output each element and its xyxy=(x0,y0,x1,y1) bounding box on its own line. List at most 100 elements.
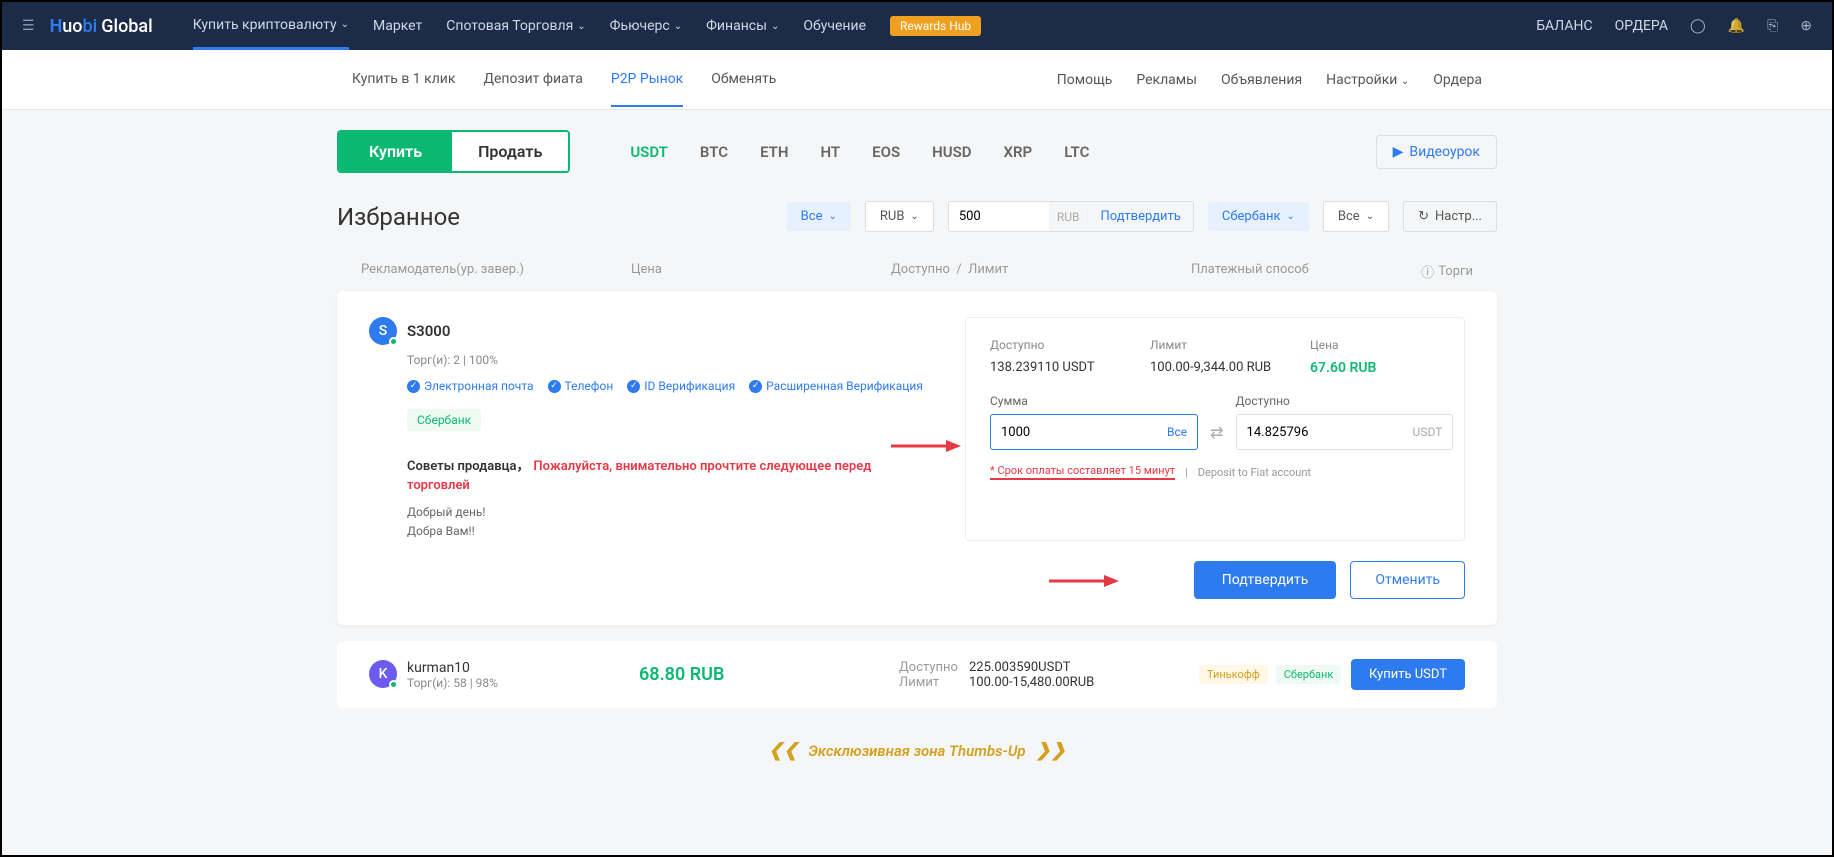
subnav-exchange[interactable]: Обменять xyxy=(711,53,776,107)
filter-currency[interactable]: RUB⌄ xyxy=(865,201,934,232)
nav-finance[interactable]: Финансы⌄ xyxy=(706,4,779,48)
check-icon: ✓ xyxy=(749,380,762,393)
cancel-button[interactable]: Отменить xyxy=(1350,561,1465,599)
avail2-input[interactable] xyxy=(1247,425,1413,440)
check-icon: ✓ xyxy=(548,380,561,393)
panel-available-value: 138.239110 USDT xyxy=(990,360,1120,375)
subnav-ads[interactable]: Рекламы xyxy=(1136,54,1197,106)
badge-id: ✓ID Верификация xyxy=(627,379,735,393)
subnav-settings[interactable]: Настройки ⌄ xyxy=(1326,54,1409,106)
filter-row: Избранное Все⌄ RUB⌄ RUB Подтвердить Сбер… xyxy=(337,201,1497,232)
globe-icon[interactable]: ⊕ xyxy=(1800,18,1812,34)
nav-learn[interactable]: Обучение xyxy=(803,4,866,48)
sum-all-button[interactable]: Все xyxy=(1167,425,1187,439)
sum-input-box: Все xyxy=(990,414,1198,450)
seller-stats: Торг(и): 58 | 98% xyxy=(407,676,498,690)
laurel-left-icon: ❮❮ xyxy=(768,740,798,761)
sell-button[interactable]: Продать xyxy=(452,132,568,171)
badge-advanced: ✓Расширенная Верификация xyxy=(749,379,923,393)
filter-amount-unit: RUB xyxy=(1049,210,1088,224)
chevron-down-icon: ⌄ xyxy=(771,21,779,32)
sum-input[interactable] xyxy=(1001,425,1167,440)
subnav-fiat-deposit[interactable]: Депозит фиата xyxy=(483,53,582,107)
coin-btc[interactable]: BTC xyxy=(700,143,728,161)
deposit-note[interactable]: Deposit to Fiat account xyxy=(1198,466,1311,479)
panel-limit-value: 100.00-9,344.00 RUB xyxy=(1150,360,1280,375)
seller-name[interactable]: S3000 xyxy=(407,322,450,340)
subnav-help[interactable]: Помощь xyxy=(1057,54,1113,106)
nav-futures[interactable]: Фьючерс⌄ xyxy=(610,4,682,48)
filter-bank[interactable]: Сбербанк⌄ xyxy=(1208,202,1309,231)
seller-tips: Советы продавца， Пожалуйста, внимательно… xyxy=(407,455,925,541)
badge-email: ✓Электронная почта xyxy=(407,379,534,393)
buy-button[interactable]: Купить xyxy=(339,132,452,171)
payment-sberbank: Сбербанк xyxy=(1276,665,1342,684)
payment-time-note: * Срок оплаты составляет 15 минут xyxy=(990,464,1175,480)
avail2-label: Доступно xyxy=(1236,394,1454,408)
refresh-icon: ↻ xyxy=(1418,209,1429,224)
chevron-down-icon: ⌄ xyxy=(577,21,585,32)
coin-eos[interactable]: EOS xyxy=(872,143,900,161)
subnav-p2p[interactable]: P2P Рынок xyxy=(611,53,683,107)
row-seller: K kurman10 Торг(и): 58 | 98% xyxy=(369,660,639,690)
nav-spot[interactable]: Спотовая Торговля⌄ xyxy=(446,4,585,48)
sub-navigation: Купить в 1 клик Депозит фиата P2P Рынок … xyxy=(2,50,1832,110)
seller-stats: Торг(и): 2 | 100% xyxy=(407,353,925,367)
filter-all2[interactable]: Все⌄ xyxy=(1323,201,1389,232)
top-navigation: ☰ HuobiGlobal Купить криптовалюту⌄ Марке… xyxy=(2,2,1832,50)
download-icon[interactable]: ⎘ xyxy=(1767,18,1778,34)
user-icon[interactable]: ◯ xyxy=(1690,18,1706,34)
coin-eth[interactable]: ETH xyxy=(760,143,788,161)
nav-orders[interactable]: ОРДЕРА xyxy=(1615,18,1668,34)
chevron-down-icon: ⌄ xyxy=(674,21,682,32)
panel-price-value: 67.60 RUB xyxy=(1310,360,1440,376)
filter-settings[interactable]: ↻Настр... xyxy=(1403,201,1497,232)
badge-phone: ✓Телефон xyxy=(548,379,614,393)
hamburger-icon[interactable]: ☰ xyxy=(22,18,35,34)
info-icon: ⓘ xyxy=(1421,262,1434,281)
subnav-one-click[interactable]: Купить в 1 клик xyxy=(352,53,455,107)
nav-right: БАЛАНС ОРДЕРА ◯ 🔔 ⎘ ⊕ xyxy=(1536,18,1812,34)
rewards-hub-badge[interactable]: Rewards Hub xyxy=(890,16,981,36)
subnav-listings[interactable]: Объявления xyxy=(1221,54,1302,106)
seller-avatar: S xyxy=(369,317,397,345)
confirm-button[interactable]: Подтвердить xyxy=(1194,561,1337,599)
online-dot-icon xyxy=(389,337,398,346)
coin-usdt[interactable]: USDT xyxy=(630,143,668,161)
online-dot-icon xyxy=(389,680,398,689)
video-tutorial-link[interactable]: ▶Видеоурок xyxy=(1376,135,1497,169)
coin-list: USDT BTC ETH HT EOS HUSD XRP LTC xyxy=(630,143,1089,161)
col-available: Доступно / Лимит xyxy=(891,262,1191,281)
nav-market[interactable]: Маркет xyxy=(373,4,422,48)
check-icon: ✓ xyxy=(407,380,420,393)
bell-icon[interactable]: 🔔 xyxy=(1728,18,1745,34)
subnav-orders[interactable]: Ордера xyxy=(1433,54,1482,106)
trade-row: Купить Продать USDT BTC ETH HT EOS HUSD … xyxy=(337,130,1497,173)
coin-xrp[interactable]: XRP xyxy=(1004,143,1033,161)
col-trades: ⓘТорги xyxy=(1393,262,1473,281)
filter-amount-group: RUB Подтвердить xyxy=(948,201,1194,232)
nav-balance[interactable]: БАЛАНС xyxy=(1536,18,1592,34)
row-available: Доступно225.003590USDT Лимит100.00-15,48… xyxy=(899,660,1199,690)
coin-ht[interactable]: HT xyxy=(821,143,841,161)
avail2-input-box: USDT xyxy=(1236,414,1454,450)
order-row: K kurman10 Торг(и): 58 | 98% 68.80 RUB Д… xyxy=(337,641,1497,708)
filter-amount-input[interactable] xyxy=(949,202,1049,231)
filter-all[interactable]: Все⌄ xyxy=(787,202,851,231)
logo[interactable]: HuobiGlobal xyxy=(50,16,153,37)
exclusive-banner: ❮❮ Эксклюзивная зона Thumbs-Up ❯❯ xyxy=(337,724,1497,777)
chevron-down-icon: ⌄ xyxy=(1401,76,1409,87)
chevron-down-icon: ⌄ xyxy=(828,211,836,222)
chevron-down-icon: ⌄ xyxy=(1366,211,1374,222)
buy-usdt-button[interactable]: Купить USDT xyxy=(1351,659,1465,690)
panel-available-label: Доступно xyxy=(990,338,1120,352)
coin-ltc[interactable]: LTC xyxy=(1064,143,1089,161)
col-price: Цена xyxy=(631,262,891,281)
nav-buy-crypto[interactable]: Купить криптовалюту⌄ xyxy=(193,3,349,50)
col-advertiser: Рекламодатель(ур. завер.) xyxy=(361,262,631,281)
filter-confirm[interactable]: Подтвердить xyxy=(1087,209,1192,224)
coin-husd[interactable]: HUSD xyxy=(932,143,971,161)
swap-icon[interactable]: ⇄ xyxy=(1210,423,1223,442)
seller-name[interactable]: kurman10 xyxy=(407,660,498,676)
payment-sberbank: Сбербанк xyxy=(407,409,481,431)
